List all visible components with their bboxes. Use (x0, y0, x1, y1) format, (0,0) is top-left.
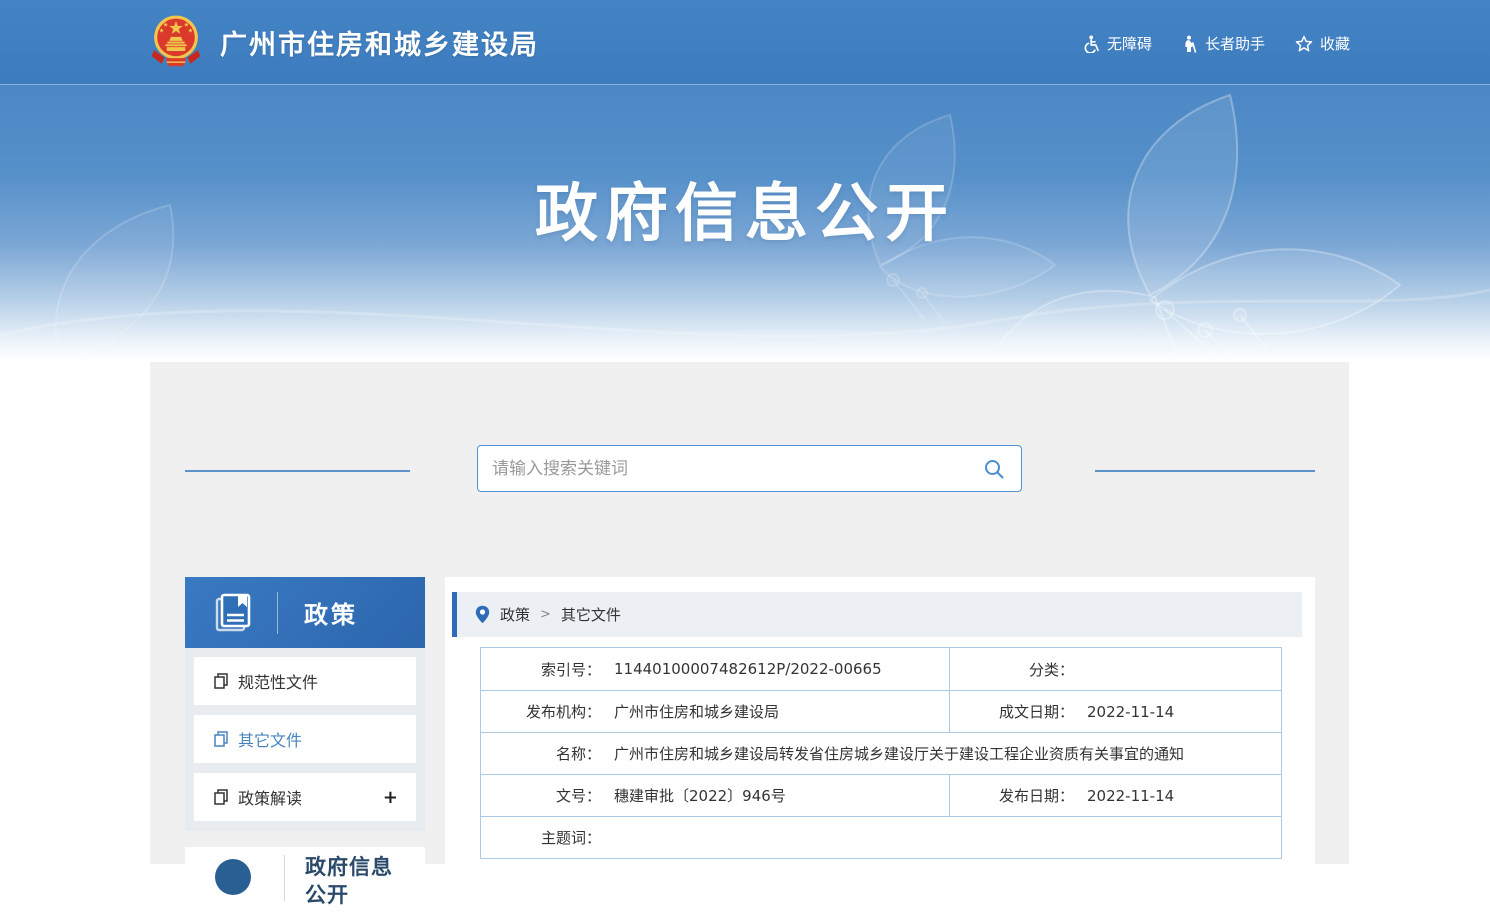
table-row: 发布机构： 广州市住房和城乡建设局 成文日期： 2022-11-14 (481, 690, 1281, 732)
divider (277, 592, 278, 634)
document-icon (214, 789, 229, 805)
search-input[interactable] (478, 446, 983, 491)
table-row: 主题词： (481, 816, 1281, 858)
breadcrumb-item-政策[interactable]: 政策 (500, 604, 530, 625)
breadcrumb-item-其它文件[interactable]: 其它文件 (561, 604, 621, 625)
breadcrumb-separator: > (540, 607, 551, 622)
banner: 政府信息公开 (0, 85, 1490, 362)
table-cell: 分类： (949, 648, 1281, 690)
table-cell: 发布日期： 2022-11-14 (949, 775, 1281, 816)
policy-book-icon (211, 591, 255, 635)
accessibility-icon (1083, 35, 1100, 53)
field-value: 穗建审批〔2022〕946号 (614, 785, 786, 806)
expand-plus-icon[interactable]: + (383, 787, 398, 808)
header-link-label: 收藏 (1320, 33, 1350, 54)
detail-table: 索引号：11440100007482612P/2022-00665分类：发布机构… (480, 647, 1282, 859)
divider (284, 855, 285, 901)
table-cell: 文号： 穗建审批〔2022〕946号 (481, 775, 949, 816)
field-label: 成文日期： (950, 701, 1074, 722)
field-label: 发布日期： (950, 785, 1074, 806)
sidebar-policy-title: 政策 (304, 595, 358, 630)
sidebar-item-政策解读[interactable]: 政策解读 + (194, 773, 416, 821)
main-panel: 政策 > 其它文件 索引号： 11440100007482612P/2022-0066… (445, 577, 1315, 864)
sidebar-policy-header[interactable]: 政策 (185, 577, 425, 648)
breadcrumb: 政策 > 其它文件 (452, 592, 1302, 637)
search-icon[interactable] (983, 458, 1005, 480)
table-cell: 发布机构： 广州市住房和城乡建设局 (481, 691, 949, 732)
field-label: 发布机构： (481, 701, 601, 722)
sidebar-policy-items: 规范性文件其它文件政策解读 + (185, 648, 425, 831)
table-cell: 索引号： 11440100007482612P/2022-00665 (481, 648, 949, 690)
field-value: 2022-11-14 (1087, 703, 1174, 721)
sidebar-item-label: 其它文件 (238, 727, 302, 751)
site-header: 广州市住房和城乡建设局 无障碍 长者助手 收藏 (0, 0, 1490, 85)
star-icon (1295, 35, 1313, 53)
sidebar-item-规范性文件[interactable]: 规范性文件 (194, 657, 416, 705)
sidebar-item-label: 政策解读 (238, 785, 302, 809)
decorative-line-right (1095, 470, 1315, 472)
sidebar-item-label: 规范性文件 (238, 669, 318, 693)
header-link-label: 无障碍 (1107, 33, 1152, 54)
table-row: 索引号： 11440100007482612P/2022-00665 分类： (481, 648, 1281, 690)
field-value: 广州市住房和城乡建设局 (614, 701, 779, 722)
search-box (477, 445, 1022, 492)
sidebar-info-header[interactable]: 政府信息公开 (185, 847, 425, 917)
header-link-长者助手[interactable]: 长者助手 (1182, 33, 1265, 54)
page: 广州市住房和城乡建设局 无障碍 长者助手 收藏 政府信息公开 (0, 0, 1490, 864)
field-value: 广州市住房和城乡建设局转发省住房城乡建设厅关于建设工程企业资质有关事宜的通知 (614, 743, 1184, 764)
field-value: 11440100007482612P/2022-00665 (614, 660, 882, 678)
field-label: 索引号： (481, 659, 601, 680)
table-cell: 主题词： (481, 817, 1281, 858)
field-label: 名称： (481, 743, 601, 764)
table-cell: 名称： 广州市住房和城乡建设局转发省住房城乡建设厅关于建设工程企业资质有关事宜的通… (481, 733, 1281, 774)
header-link-无障碍[interactable]: 无障碍 (1083, 33, 1152, 54)
page-title: 政府信息公开 (0, 85, 1490, 254)
field-label: 文号： (481, 785, 601, 806)
field-label: 分类： (950, 659, 1074, 680)
table-row: 名称： 广州市住房和城乡建设局转发省住房城乡建设厅关于建设工程企业资质有关事宜的通… (481, 732, 1281, 774)
document-icon (214, 673, 229, 689)
table-cell: 成文日期： 2022-11-14 (949, 691, 1281, 732)
table-row: 文号： 穗建审批〔2022〕946号 发布日期： 2022-11-14 (481, 774, 1281, 816)
header-link-收藏[interactable]: 收藏 (1295, 33, 1350, 54)
document-icon (214, 731, 229, 747)
site-logo-link[interactable]: 广州市住房和城乡建设局 (148, 12, 539, 72)
field-value: 2022-11-14 (1087, 787, 1174, 805)
national-emblem-icon (148, 12, 204, 72)
decorative-line-left (185, 470, 410, 472)
site-name: 广州市住房和城乡建设局 (220, 23, 539, 62)
field-label: 主题词： (481, 827, 601, 848)
content-area: 政策 规范性文件其它文件政策解读+ 政府信息公开 政策>其它文件 索引号：114… (150, 362, 1349, 864)
header-utility-links: 无障碍 长者助手 收藏 (1083, 33, 1350, 54)
header-link-label: 长者助手 (1205, 33, 1265, 54)
sidebar-info-title: 政府信息公开 (305, 853, 397, 909)
sidebar-item-其它文件[interactable]: 其它文件 (194, 715, 416, 763)
location-pin-icon (475, 605, 490, 624)
info-circle-icon (215, 859, 251, 895)
elder-helper-icon (1182, 35, 1198, 53)
